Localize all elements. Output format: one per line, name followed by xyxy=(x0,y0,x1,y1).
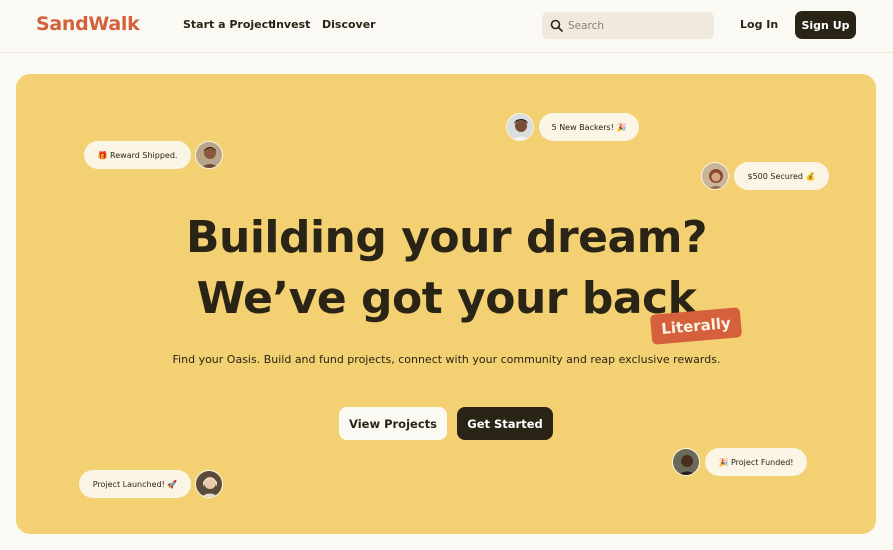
view-projects-button[interactable]: View Projects xyxy=(339,407,447,440)
search-icon xyxy=(550,19,563,32)
search-box xyxy=(542,12,714,39)
avatar xyxy=(672,448,700,476)
search-input[interactable] xyxy=(568,16,708,35)
get-started-button[interactable]: Get Started xyxy=(457,407,553,440)
hero-headline-line2: We’ve got your back xyxy=(196,273,697,324)
hero-subtitle: Find your Oasis. Build and fund projects… xyxy=(172,353,721,366)
notification-project-funded: 🎉 Project Funded! xyxy=(705,448,807,476)
nav-link-invest[interactable]: Invest xyxy=(272,18,310,31)
notification-new-backers: 5 New Backers! 🎉 xyxy=(539,113,639,141)
nav-link-discover[interactable]: Discover xyxy=(322,18,376,31)
avatar xyxy=(506,113,534,141)
notification-500-secured: $500 Secured 💰 xyxy=(734,162,829,190)
top-navbar: SandWalk Start a Project Invest Discover… xyxy=(0,0,893,53)
login-link[interactable]: Log In xyxy=(740,18,778,31)
notification-reward-shipped: 🎁 Reward Shipped. xyxy=(84,141,191,169)
sandwalk-logo[interactable]: SandWalk xyxy=(36,13,140,35)
avatar xyxy=(195,470,223,498)
avatar xyxy=(701,162,729,190)
nav-link-start-a-project[interactable]: Start a Project xyxy=(183,18,273,31)
signup-button[interactable]: Sign Up xyxy=(795,11,856,39)
notification-project-launched: Project Launched! 🚀 xyxy=(79,470,191,498)
hero-headline-line1: Building your dream? xyxy=(185,212,708,263)
avatar xyxy=(195,141,223,169)
